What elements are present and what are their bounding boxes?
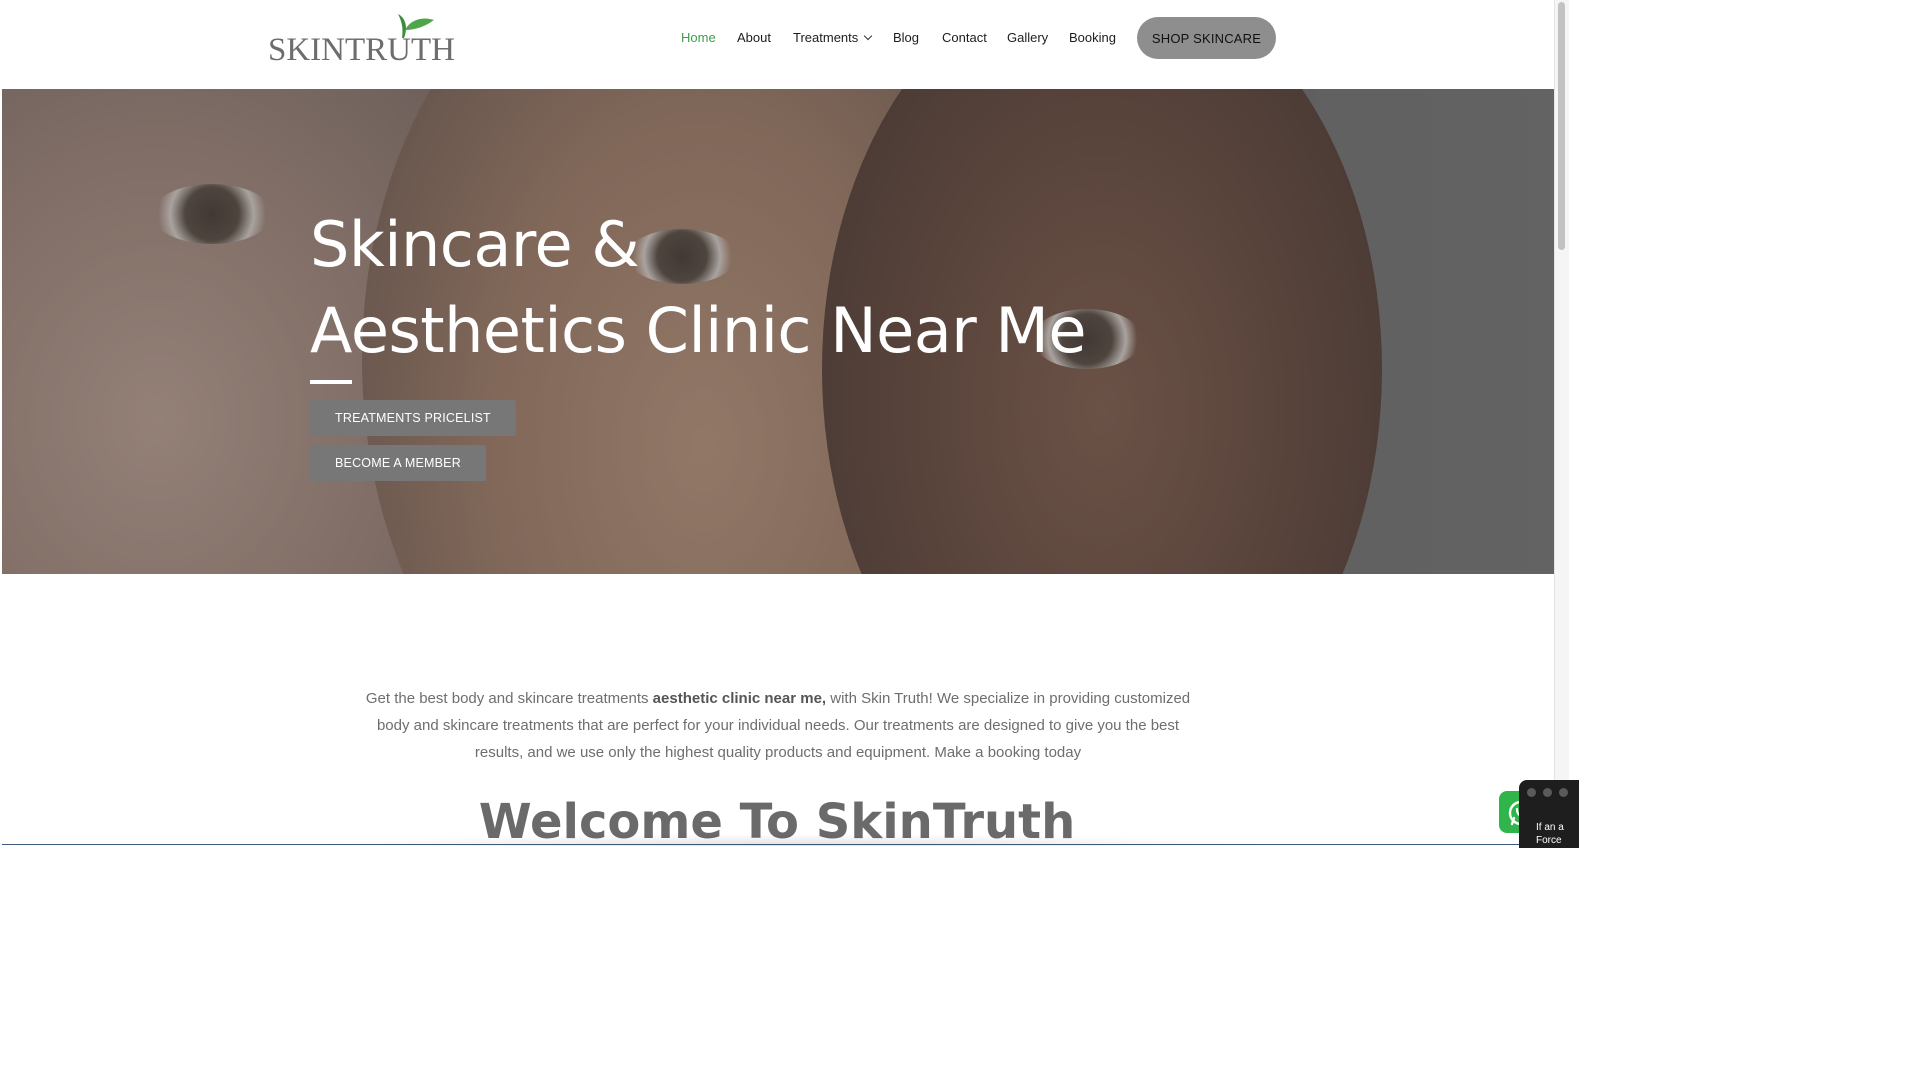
- become-member-button[interactable]: BECOME A MEMBER: [310, 445, 486, 481]
- hero-banner: Skincare & Aesthetics Clinic Near Me TRE…: [2, 89, 1554, 574]
- chevron-down-icon: [864, 31, 873, 41]
- hero-title-line1: Skincare &: [310, 208, 640, 281]
- window-zoom-dot[interactable]: [1559, 788, 1568, 797]
- shop-skincare-button[interactable]: SHOP SKINCARE: [1137, 17, 1276, 59]
- mini-window-line2: Force: [1536, 835, 1562, 846]
- viewport-bottom-line: [2, 844, 1554, 845]
- nav-booking[interactable]: Booking: [1069, 30, 1116, 45]
- floating-mini-window[interactable]: If an a Force: [1519, 780, 1579, 848]
- intro-text-start: Get the best body and skincare treatment…: [365, 690, 653, 707]
- nav-about[interactable]: About: [737, 30, 771, 45]
- window-minimize-dot[interactable]: [1543, 788, 1552, 797]
- site-header: SKINTRUTH Home About Treatments Blog Con…: [0, 0, 1554, 89]
- page-scrollbar[interactable]: [1554, 0, 1569, 846]
- scrollbar-thumb[interactable]: [1558, 2, 1565, 250]
- logo-text: SKINTRUTH: [268, 32, 455, 68]
- nav-gallery[interactable]: Gallery: [1007, 30, 1048, 45]
- intro-paragraph: Get the best body and skincare treatment…: [360, 685, 1196, 766]
- nav-treatments-label: Treatments: [793, 30, 859, 45]
- hero-title: Skincare & Aesthetics Clinic Near Me: [310, 202, 1087, 374]
- mini-window-line1: If an a: [1536, 822, 1564, 833]
- nav-home[interactable]: Home: [681, 30, 716, 45]
- nav-blog[interactable]: Blog: [893, 30, 919, 45]
- window-close-dot[interactable]: [1527, 788, 1536, 797]
- skintruth-logo[interactable]: SKINTRUTH: [268, 12, 455, 68]
- mini-window-text: If an a Force: [1536, 821, 1564, 847]
- intro-text-bold: aesthetic clinic near me,: [652, 690, 827, 707]
- hero-title-line2: Aesthetics Clinic Near Me: [310, 294, 1087, 367]
- hero-divider: [310, 380, 352, 384]
- nav-treatments[interactable]: Treatments: [793, 30, 873, 45]
- treatments-pricelist-button[interactable]: TREATMENTS PRICELIST: [310, 400, 516, 436]
- nav-contact[interactable]: Contact: [942, 30, 987, 45]
